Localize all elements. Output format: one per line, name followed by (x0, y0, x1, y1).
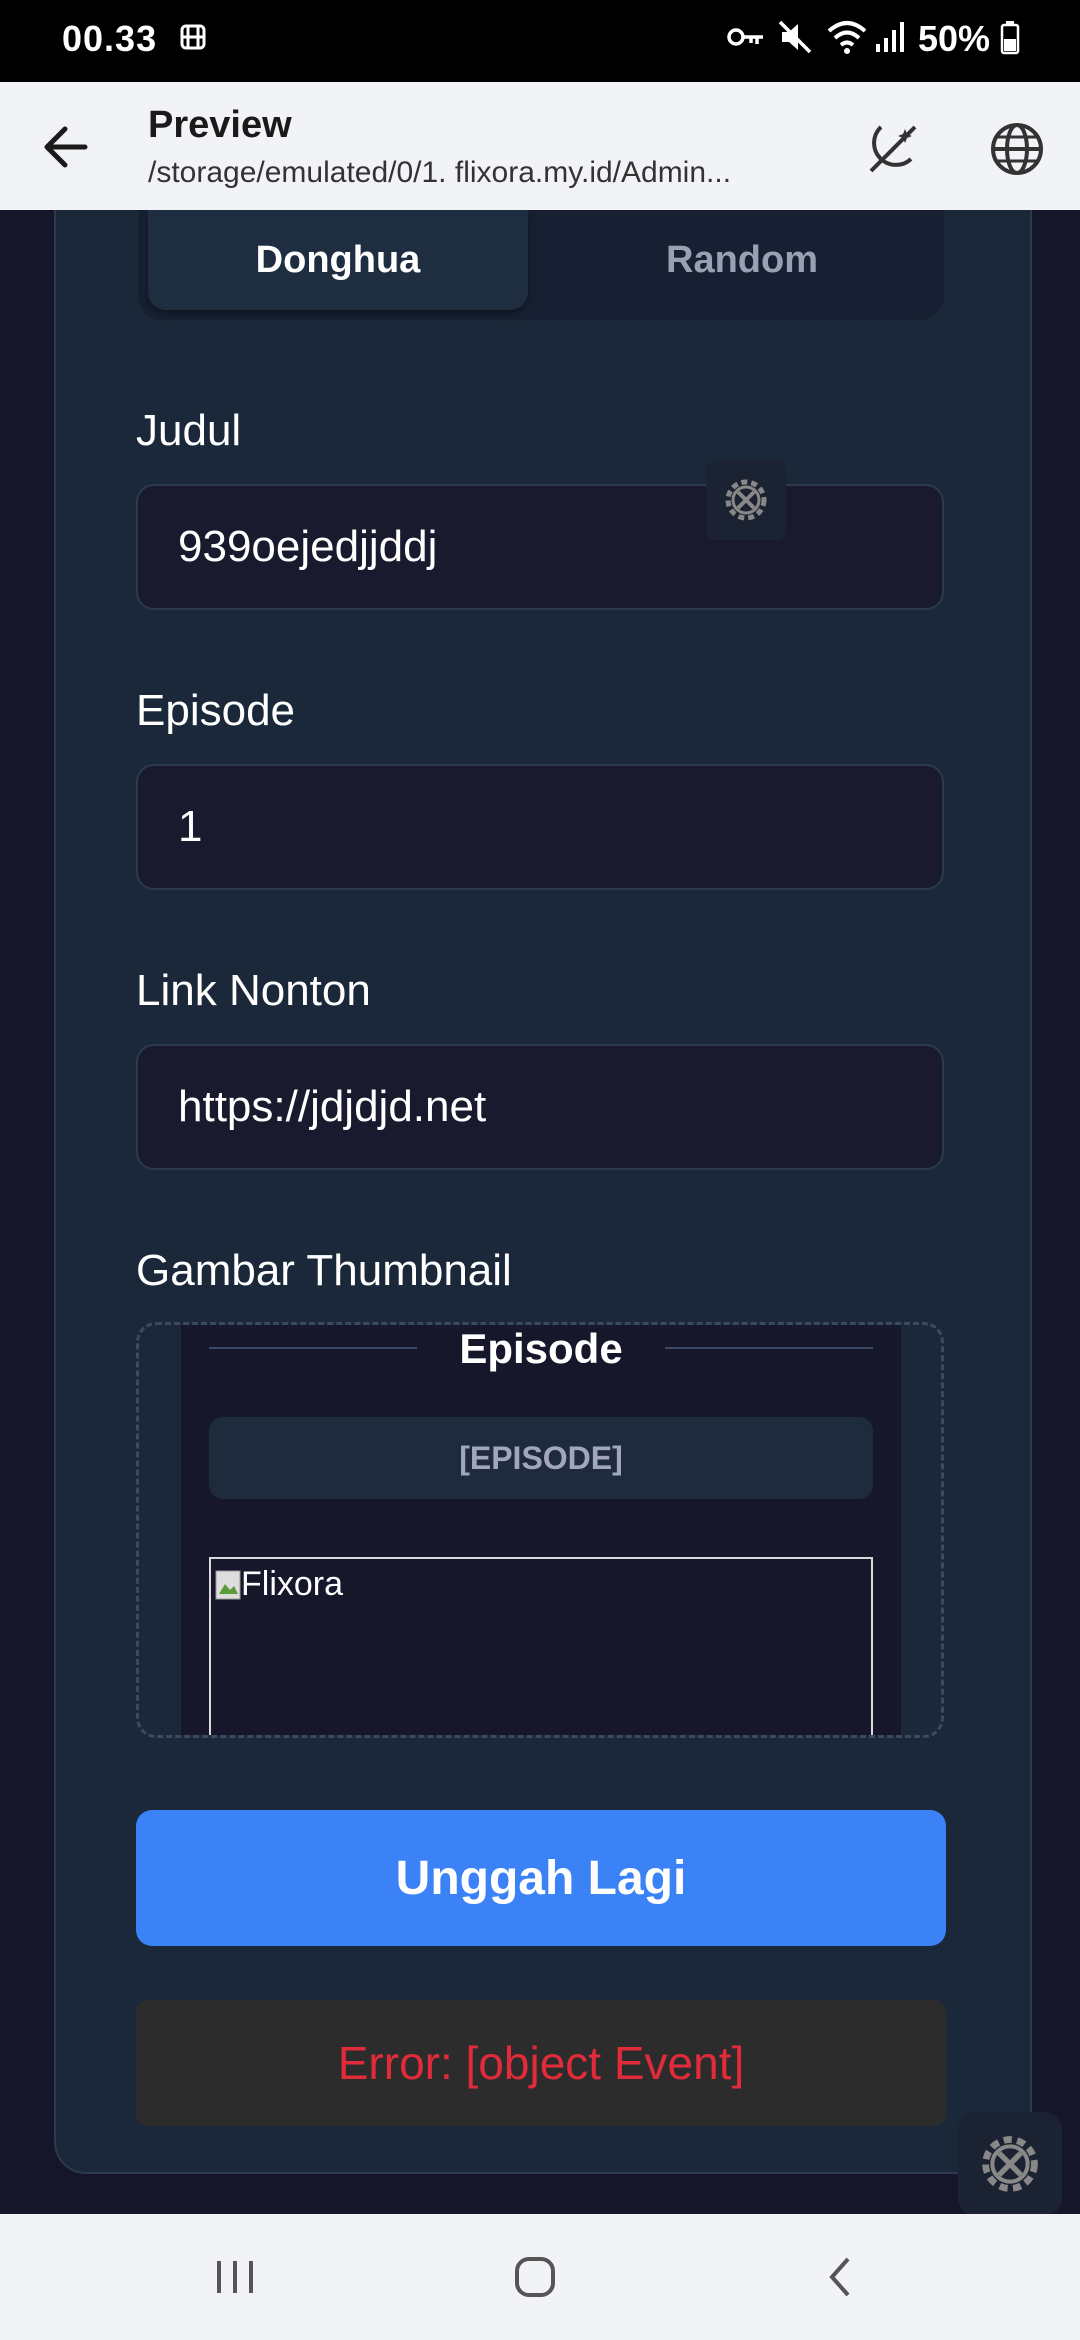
floating-settings-button[interactable] (958, 2112, 1062, 2214)
recent-apps-button[interactable] (190, 2242, 280, 2312)
home-button[interactable] (490, 2242, 580, 2312)
episode-badge: [EPISODE] (209, 1417, 873, 1499)
episode-input[interactable]: 1 (136, 764, 944, 890)
judul-label: Judul (136, 406, 242, 455)
gear-tools-icon (982, 2136, 1038, 2192)
error-message: Error: [object Event] (136, 2000, 946, 2126)
thumbnail-image: Flixora (209, 1557, 873, 1735)
mute-icon (776, 14, 814, 60)
wifi-icon (826, 14, 868, 60)
status-bar: 00.33 50% (0, 0, 1080, 82)
theme-toggle-icon (869, 125, 917, 173)
app-notification-icon (176, 14, 210, 60)
judul-input[interactable]: 939oejedjjddj (136, 484, 944, 610)
system-nav-bar (0, 2214, 1080, 2340)
tab-donghua[interactable]: Donghua (148, 210, 528, 310)
upload-again-button[interactable]: Unggah Lagi (136, 1810, 946, 1946)
image-alt-text: Flixora (241, 1565, 344, 1603)
thumbnail-label: Gambar Thumbnail (136, 1246, 512, 1295)
chevron-left-icon (829, 2257, 850, 2297)
web-content: Donghua Random Judul 939oejedjjddj Episo… (0, 210, 1080, 2214)
home-icon (515, 2257, 555, 2297)
status-time: 00.33 (62, 18, 158, 59)
episode-label: Episode (136, 686, 296, 735)
battery-icon (1000, 14, 1020, 60)
link-nonton-input[interactable]: https://jdjdjd.net (136, 1044, 944, 1170)
thumbnail-preview[interactable]: Episode [EPISODE] Flixora (136, 1322, 944, 1738)
vpn-key-icon (726, 14, 766, 60)
system-back-button[interactable] (796, 2242, 886, 2312)
file-path: /storage/emulated/0/1. flixora.my.id/Adm… (148, 156, 732, 189)
open-in-browser-button[interactable] (982, 114, 1052, 184)
gear-tools-icon (725, 479, 767, 521)
signal-icon (874, 14, 906, 60)
broken-image: Flixora (215, 1565, 343, 1604)
page-title: Preview (148, 104, 292, 146)
thumbnail-card: Episode [EPISODE] Flixora (181, 1325, 901, 1735)
app-bar: Preview /storage/emulated/0/1. flixora.m… (0, 82, 1080, 211)
thumbnail-heading: Episode (459, 1325, 623, 1372)
dark-mode-toggle-button[interactable] (858, 114, 928, 184)
broken-image-icon (215, 1570, 241, 1599)
back-button[interactable] (30, 112, 100, 182)
settings-tool-button[interactable] (706, 460, 786, 540)
recents-icon (217, 2261, 253, 2293)
tab-random[interactable]: Random (540, 210, 944, 310)
globe-icon (991, 123, 1043, 175)
link-nonton-label: Link Nonton (136, 966, 371, 1015)
battery-level: 50% (918, 18, 991, 59)
arrow-back-icon (44, 126, 88, 168)
